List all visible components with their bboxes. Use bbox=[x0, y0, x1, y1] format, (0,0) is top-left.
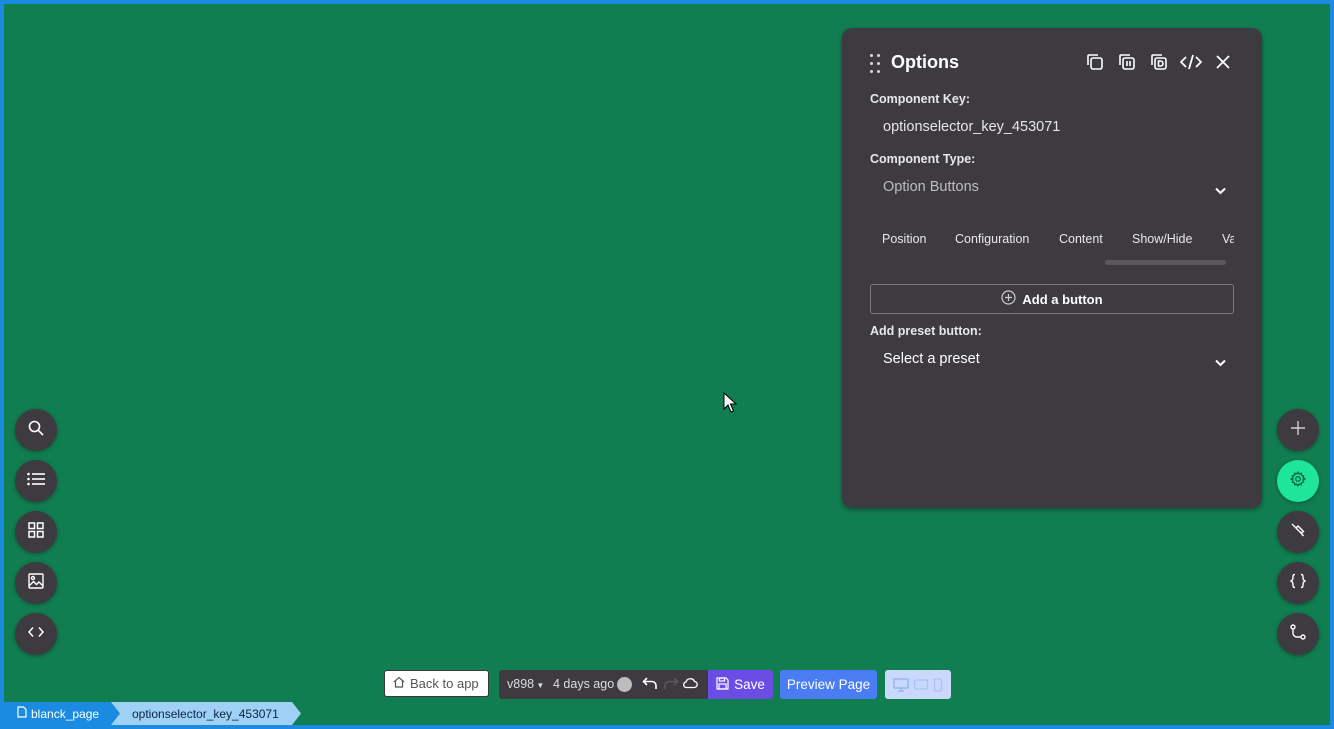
duplicate-icon[interactable] bbox=[1148, 51, 1170, 73]
search-button[interactable] bbox=[15, 409, 57, 451]
mobile-icon[interactable] bbox=[933, 677, 943, 692]
chevron-down-icon bbox=[1215, 354, 1226, 372]
workflow-button[interactable] bbox=[1277, 613, 1319, 655]
tab-configuration[interactable]: Configuration bbox=[955, 232, 1029, 246]
component-type-select[interactable]: Option Buttons bbox=[870, 174, 1234, 202]
desktop-icon[interactable] bbox=[893, 677, 909, 692]
caret-down-icon: ▼ bbox=[534, 681, 545, 690]
home-icon bbox=[393, 676, 405, 691]
tab-content[interactable]: Content bbox=[1059, 232, 1103, 246]
version-label: v898 bbox=[507, 677, 535, 691]
grid-icon bbox=[28, 521, 44, 543]
layers-list-button[interactable] bbox=[15, 460, 57, 502]
variables-button[interactable] bbox=[1277, 562, 1319, 604]
plus-circle-icon bbox=[1001, 290, 1017, 308]
version-selector[interactable]: v898 ▼ bbox=[507, 677, 544, 691]
list-icon bbox=[27, 472, 45, 491]
image-icon bbox=[28, 572, 44, 594]
gear-icon bbox=[1289, 470, 1307, 492]
preset-select[interactable]: Select a preset bbox=[870, 346, 1234, 374]
search-icon bbox=[28, 420, 44, 441]
breadcrumb-component[interactable]: optionselector_key_453071 bbox=[111, 702, 301, 725]
panel-header: Options bbox=[870, 48, 1234, 78]
plus-icon bbox=[1290, 420, 1306, 441]
avatar bbox=[617, 677, 632, 692]
code-view-button[interactable] bbox=[15, 613, 57, 655]
breadcrumb-page[interactable]: blanck_page bbox=[4, 702, 121, 725]
drag-handle-icon[interactable] bbox=[870, 54, 882, 74]
last-saved-time: 4 days ago bbox=[553, 677, 615, 691]
undo-icon[interactable] bbox=[642, 676, 658, 693]
media-button[interactable] bbox=[15, 562, 57, 604]
tab-show-hide[interactable]: Show/Hide bbox=[1132, 232, 1192, 246]
copy-icon[interactable] bbox=[1084, 51, 1106, 73]
preset-value: Select a preset bbox=[883, 351, 980, 367]
tablet-icon[interactable] bbox=[913, 678, 929, 692]
floppy-icon bbox=[716, 676, 729, 693]
preset-label: Add preset button: bbox=[870, 324, 982, 338]
back-to-app-label: Back to app bbox=[410, 676, 479, 691]
add-element-button[interactable] bbox=[1277, 409, 1319, 451]
back-to-app-button[interactable]: Back to app bbox=[384, 670, 489, 697]
options-panel: Options Component Key: optionselector_ke… bbox=[842, 28, 1262, 508]
tab-validation[interactable]: Va bbox=[1222, 232, 1234, 246]
code-icon bbox=[27, 625, 45, 643]
code-icon[interactable] bbox=[1180, 51, 1202, 73]
braces-icon bbox=[1289, 573, 1307, 594]
branch-icon bbox=[1290, 623, 1306, 645]
style-button[interactable] bbox=[1277, 511, 1319, 553]
cloud-icon[interactable] bbox=[682, 677, 698, 692]
breadcrumb-page-label: blanck_page bbox=[31, 706, 100, 721]
save-button[interactable]: Save bbox=[708, 670, 773, 699]
save-label: Save bbox=[734, 677, 765, 692]
component-type-value: Option Buttons bbox=[883, 179, 979, 195]
component-key-label: Component Key: bbox=[870, 92, 970, 106]
tab-scrollbar[interactable] bbox=[1105, 260, 1226, 265]
chevron-down-icon bbox=[1215, 182, 1226, 200]
file-icon bbox=[17, 706, 27, 721]
close-icon[interactable] bbox=[1212, 51, 1234, 73]
preview-page-button[interactable]: Preview Page bbox=[780, 670, 877, 699]
brush-icon bbox=[1290, 522, 1306, 543]
panel-title: Options bbox=[891, 52, 959, 72]
tab-bar: Position Configuration Content Show/Hide… bbox=[870, 226, 1234, 266]
copy-component-icon[interactable] bbox=[1116, 51, 1138, 73]
add-button-label: Add a button bbox=[1022, 291, 1103, 307]
device-switcher bbox=[885, 670, 951, 699]
component-key-field[interactable]: optionselector_key_453071 bbox=[883, 119, 1060, 135]
add-button-button[interactable]: Add a button bbox=[870, 284, 1234, 314]
component-type-label: Component Type: bbox=[870, 152, 976, 166]
settings-button[interactable] bbox=[1277, 460, 1319, 502]
redo-icon[interactable] bbox=[663, 676, 679, 693]
tab-position[interactable]: Position bbox=[882, 232, 926, 246]
components-button[interactable] bbox=[15, 511, 57, 553]
version-bar: v898 ▼ 4 days ago bbox=[499, 670, 709, 699]
mouse-cursor-icon bbox=[723, 391, 738, 419]
breadcrumb-component-label: optionselector_key_453071 bbox=[132, 706, 279, 721]
